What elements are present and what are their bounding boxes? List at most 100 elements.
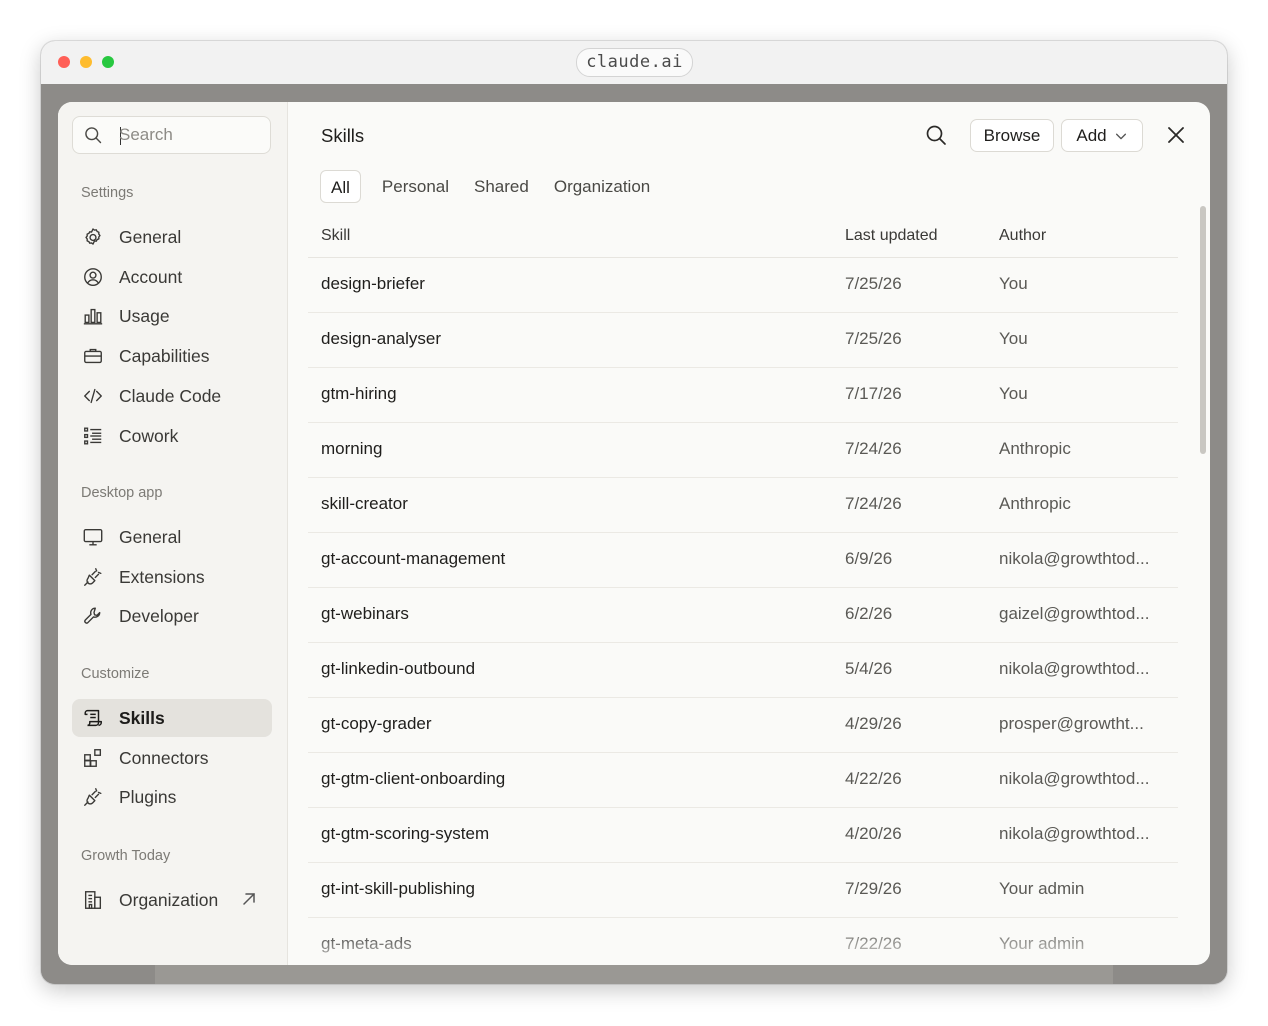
table-row[interactable]: skill-creator 7/24/26 Anthropic bbox=[308, 478, 1178, 533]
sidebar-item-customize-skills[interactable]: Skills bbox=[72, 699, 272, 737]
settings-sidebar: Settings General Account Usage Capabilities C… bbox=[58, 102, 288, 965]
section-label-growth-today: Growth Today bbox=[81, 848, 171, 864]
table-header: Skill Last updated Author bbox=[308, 217, 1178, 258]
last-updated-cell: 4/29/26 bbox=[845, 714, 902, 733]
bar-chart-icon bbox=[82, 305, 104, 327]
table-row[interactable]: gt-int-skill-publishing 7/29/26 Your admin bbox=[308, 863, 1178, 918]
table-row[interactable]: gt-copy-grader 4/29/26 prosper@growtht... bbox=[308, 698, 1178, 753]
close-icon[interactable] bbox=[1164, 123, 1188, 147]
add-button-label: Add bbox=[1076, 125, 1107, 145]
scroll-icon bbox=[82, 707, 104, 729]
last-updated-cell: 7/24/26 bbox=[845, 439, 902, 458]
tab-organization[interactable]: Organization bbox=[554, 170, 650, 203]
table-row[interactable]: gt-webinars 6/2/26 gaizel@growthtod... bbox=[308, 588, 1178, 643]
skill-name-cell: gt-webinars bbox=[321, 604, 409, 623]
add-button[interactable]: Add bbox=[1061, 119, 1143, 152]
column-header-author[interactable]: Author bbox=[999, 227, 1046, 245]
last-updated-cell: 7/29/26 bbox=[845, 879, 902, 898]
user-circle-icon bbox=[82, 266, 104, 288]
sidebar-item-label: Account bbox=[119, 266, 183, 287]
search-icon[interactable] bbox=[924, 123, 948, 147]
column-header-skill[interactable]: Skill bbox=[321, 227, 350, 245]
sidebar-item-settings-general[interactable]: General bbox=[72, 218, 272, 256]
last-updated-cell: 7/22/26 bbox=[845, 934, 902, 953]
sidebar-item-label: Plugins bbox=[119, 786, 177, 807]
zoom-window-button[interactable] bbox=[102, 56, 114, 68]
table-row[interactable]: morning 7/24/26 Anthropic bbox=[308, 423, 1178, 478]
sidebar-item-settings-account[interactable]: Account bbox=[72, 258, 272, 296]
sidebar-item-label: Usage bbox=[119, 305, 170, 326]
title-bar: claude.ai bbox=[41, 41, 1227, 85]
sidebar-item-desktop-app-general[interactable]: General bbox=[72, 518, 272, 556]
close-window-button[interactable] bbox=[58, 56, 70, 68]
minimize-window-button[interactable] bbox=[80, 56, 92, 68]
last-updated-cell: 5/4/26 bbox=[845, 659, 893, 678]
author-cell: Anthropic bbox=[999, 439, 1071, 458]
skill-name-cell: gt-meta-ads bbox=[321, 934, 412, 953]
table-row[interactable]: gt-account-management 6/9/26 nikola@growth… bbox=[308, 533, 1178, 588]
sidebar-item-settings-usage[interactable]: Usage bbox=[72, 297, 272, 335]
last-updated-cell: 6/2/26 bbox=[845, 604, 893, 623]
column-header-last-updated[interactable]: Last updated bbox=[845, 227, 938, 245]
plug-icon bbox=[82, 786, 104, 808]
author-cell: Your admin bbox=[999, 934, 1085, 953]
last-updated-cell: 6/9/26 bbox=[845, 549, 893, 568]
author-cell: nikola@growthtod... bbox=[999, 824, 1150, 843]
url-bar[interactable]: claude.ai bbox=[576, 48, 693, 77]
sidebar-item-settings-cowork[interactable]: Cowork bbox=[72, 417, 272, 455]
table-row[interactable]: design-briefer 7/25/26 You bbox=[308, 258, 1178, 313]
author-cell: gaizel@growthtod... bbox=[999, 604, 1150, 623]
sidebar-item-customize-plugins[interactable]: Plugins bbox=[72, 778, 272, 816]
skills-table: Skill Last updated Author design-briefer… bbox=[308, 217, 1178, 965]
sidebar-item-growth-today-organization[interactable]: Organization bbox=[72, 881, 272, 919]
sidebar-search[interactable] bbox=[72, 116, 271, 154]
table-row[interactable]: gt-meta-ads 7/22/26 Your admin bbox=[308, 918, 1178, 965]
search-input[interactable] bbox=[119, 123, 259, 147]
filter-tabs: All Personal Shared Organization bbox=[320, 170, 675, 203]
monitor-icon bbox=[82, 526, 104, 548]
checklist-icon bbox=[82, 425, 104, 447]
table-row[interactable]: gt-linkedin-outbound 5/4/26 nikola@growtht… bbox=[308, 643, 1178, 698]
tab-personal[interactable]: Personal bbox=[382, 170, 449, 203]
browse-button[interactable]: Browse bbox=[970, 119, 1054, 152]
skill-name-cell: design-briefer bbox=[321, 274, 425, 293]
last-updated-cell: 7/25/26 bbox=[845, 329, 902, 348]
last-updated-cell: 4/20/26 bbox=[845, 824, 902, 843]
sidebar-item-label: General bbox=[119, 226, 182, 247]
sidebar-item-desktop-app-developer[interactable]: Developer bbox=[72, 597, 272, 635]
briefcase-icon bbox=[82, 345, 104, 367]
author-cell: prosper@growtht... bbox=[999, 714, 1144, 733]
author-cell: nikola@growthtod... bbox=[999, 769, 1150, 788]
skill-name-cell: gtm-hiring bbox=[321, 384, 397, 403]
sidebar-item-label: Extensions bbox=[119, 566, 205, 587]
last-updated-cell: 7/25/26 bbox=[845, 274, 902, 293]
table-row[interactable]: gtm-hiring 7/17/26 You bbox=[308, 368, 1178, 423]
scrollbar[interactable] bbox=[1200, 206, 1206, 454]
skill-name-cell: gt-gtm-client-onboarding bbox=[321, 769, 506, 788]
connector-icon bbox=[82, 747, 104, 769]
tab-all[interactable]: All bbox=[320, 170, 361, 203]
author-cell: You bbox=[999, 384, 1028, 403]
table-row[interactable]: design-analyser 7/25/26 You bbox=[308, 313, 1178, 368]
table-row[interactable]: gt-gtm-scoring-system 4/20/26 nikola@growt… bbox=[308, 808, 1178, 863]
sidebar-item-settings-claude-code[interactable]: Claude Code bbox=[72, 377, 272, 415]
sidebar-item-desktop-app-extensions[interactable]: Extensions bbox=[72, 558, 272, 596]
author-cell: You bbox=[999, 329, 1028, 348]
sidebar-item-label: Capabilities bbox=[119, 345, 210, 366]
last-updated-cell: 4/22/26 bbox=[845, 769, 902, 788]
sidebar-item-label: Cowork bbox=[119, 425, 179, 446]
table-row[interactable]: gt-gtm-client-onboarding 4/22/26 nikola@gr… bbox=[308, 753, 1178, 808]
author-cell: nikola@growthtod... bbox=[999, 659, 1150, 678]
skill-name-cell: gt-copy-grader bbox=[321, 714, 432, 733]
sidebar-item-label: Skills bbox=[119, 707, 165, 728]
code-icon bbox=[82, 385, 104, 407]
search-icon bbox=[85, 127, 102, 144]
sidebar-item-customize-connectors[interactable]: Connectors bbox=[72, 739, 272, 777]
author-cell: Anthropic bbox=[999, 494, 1071, 513]
sidebar-item-label: General bbox=[119, 526, 182, 547]
sidebar-item-settings-capabilities[interactable]: Capabilities bbox=[72, 337, 272, 375]
section-label-customize: Customize bbox=[81, 666, 150, 682]
tab-shared[interactable]: Shared bbox=[474, 170, 529, 203]
last-updated-cell: 7/17/26 bbox=[845, 384, 902, 403]
sidebar-item-label: Organization bbox=[119, 889, 219, 910]
